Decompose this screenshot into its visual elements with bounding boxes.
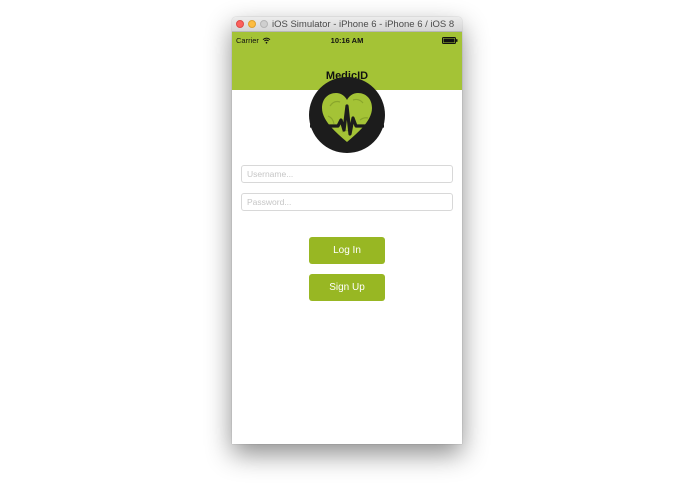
simulator-window: iOS Simulator - iPhone 6 - iPhone 6 / iO… [232,17,462,444]
close-window-icon[interactable] [236,20,244,28]
log-in-button[interactable]: Log In [309,237,385,264]
username-input[interactable] [241,165,453,183]
window-title: iOS Simulator - iPhone 6 - iPhone 6 / iO… [272,19,454,30]
window-titlebar[interactable]: iOS Simulator - iPhone 6 - iPhone 6 / iO… [232,17,462,32]
battery-icon [442,37,458,44]
password-input[interactable] [241,193,453,211]
heart-pulse-logo-icon [309,77,385,153]
zoom-window-icon[interactable] [260,20,268,28]
minimize-window-icon[interactable] [248,20,256,28]
status-time: 10:16 AM [330,36,364,45]
sign-up-button[interactable]: Sign Up [309,274,385,301]
